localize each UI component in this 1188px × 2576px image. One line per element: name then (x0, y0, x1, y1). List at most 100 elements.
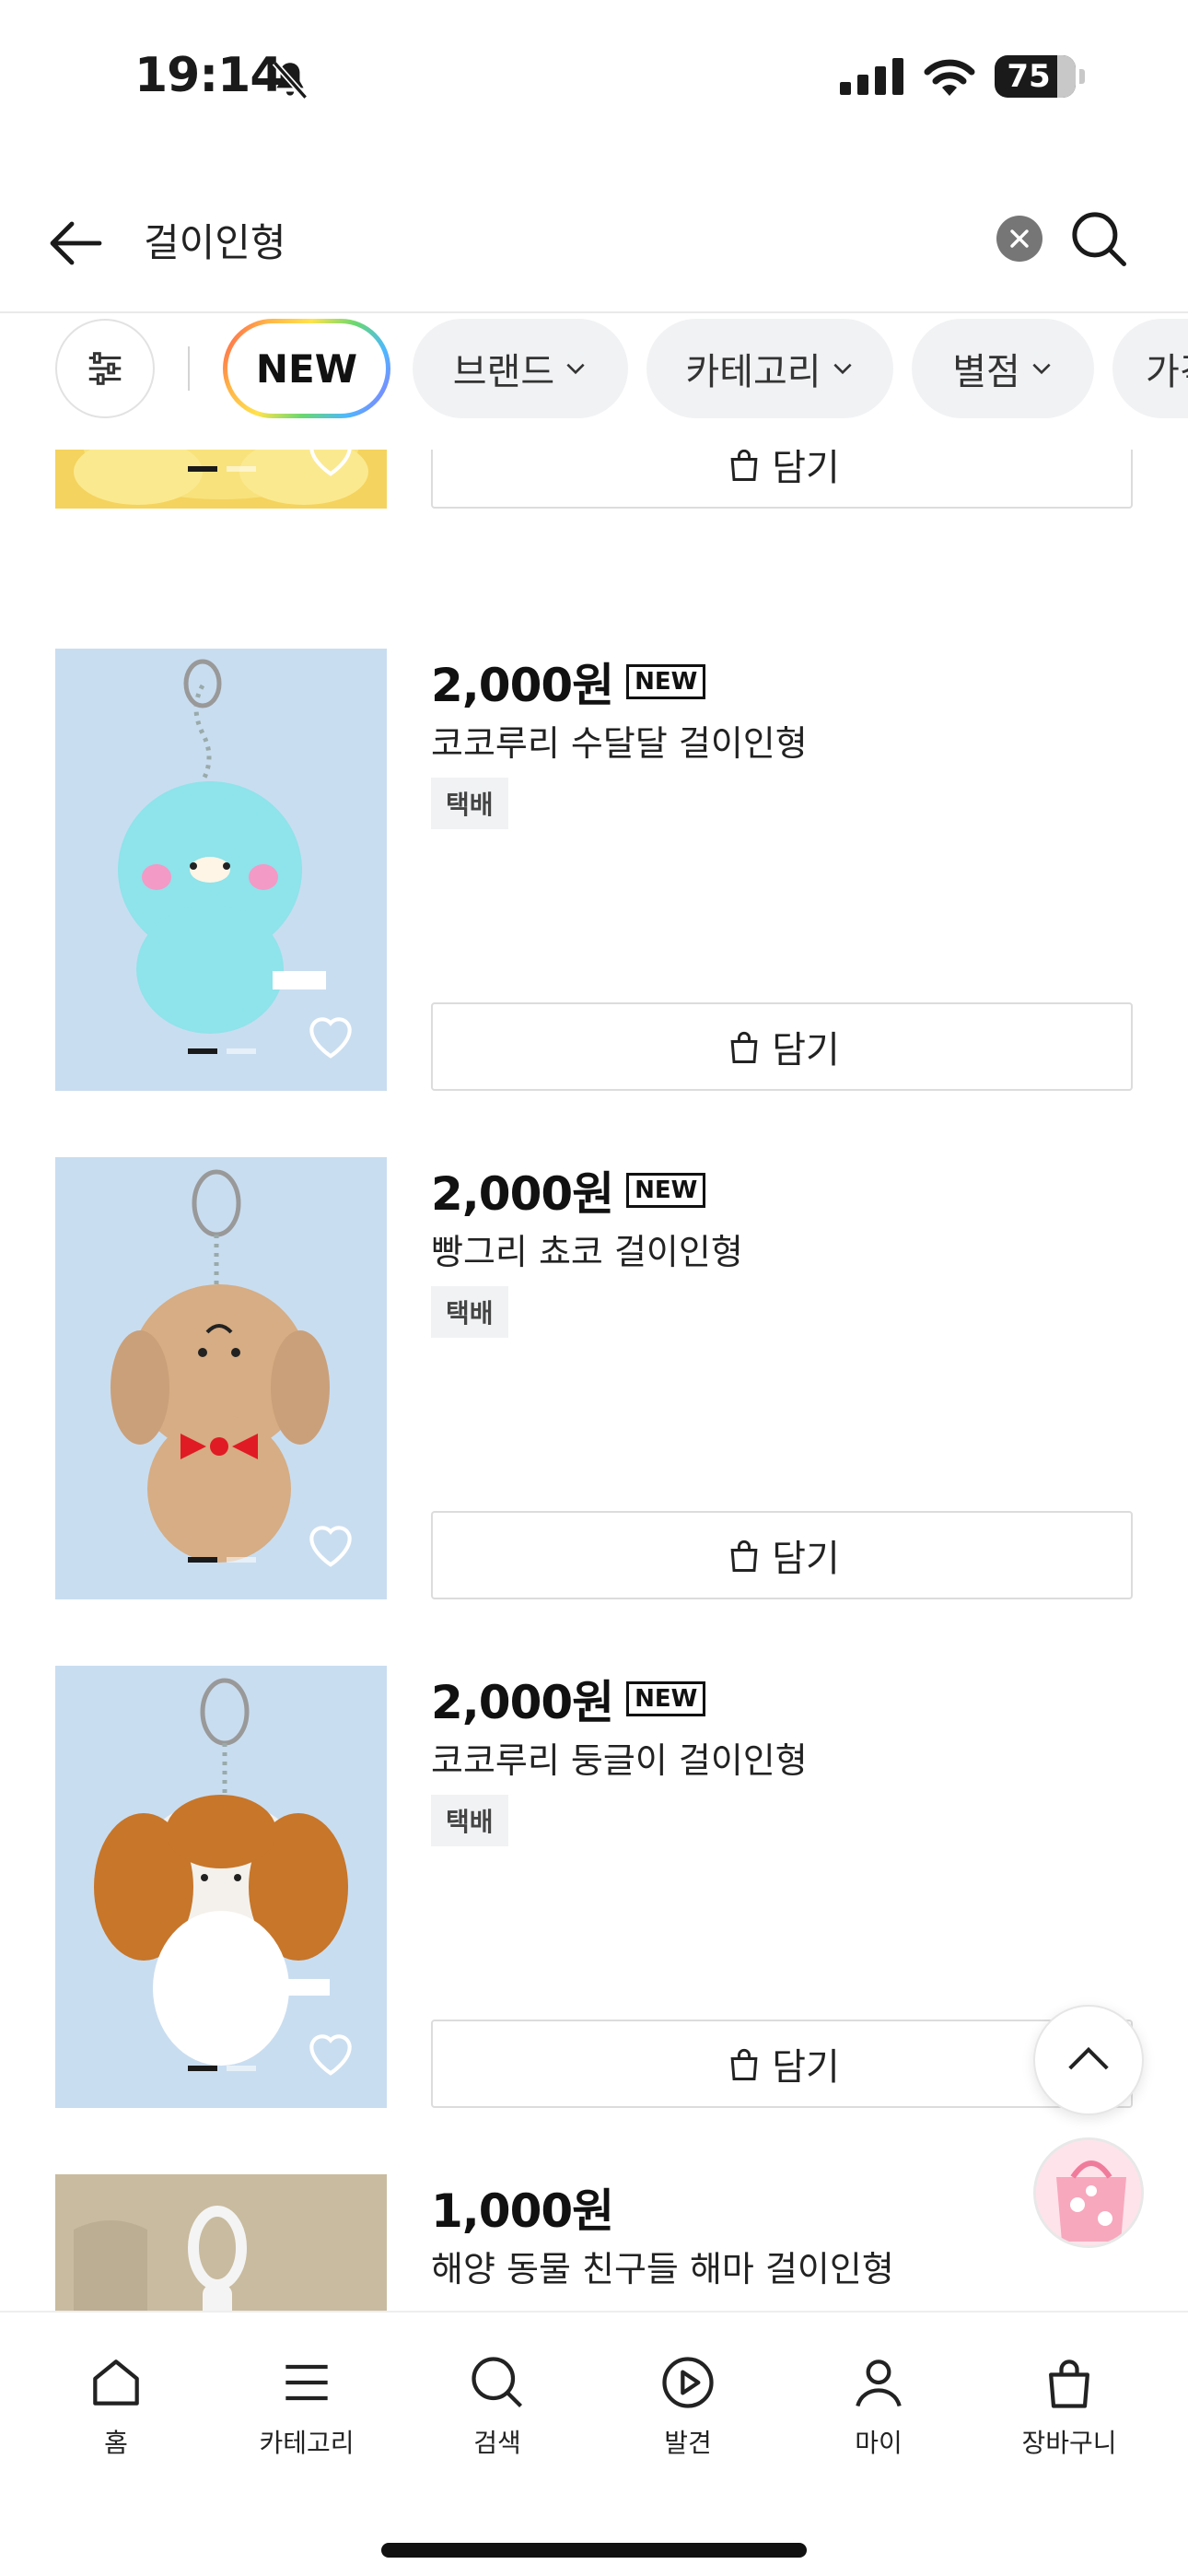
price-line: 1,000원 (431, 2174, 614, 2241)
add-to-cart-label: 담기 (772, 1538, 840, 1580)
shipping-tag: 택배 (431, 1795, 508, 1846)
chip-price[interactable]: 가격 (1112, 319, 1188, 418)
heart-icon[interactable] (302, 450, 359, 481)
product-image[interactable] (55, 1157, 387, 1599)
heart-icon[interactable] (302, 1515, 359, 1572)
chip-label: 가격 (1146, 351, 1188, 393)
new-badge: NEW (626, 664, 706, 699)
product-image[interactable] (55, 2174, 387, 2311)
battery-indicator: 75 (995, 55, 1076, 98)
nav-cart[interactable]: 장바구니 (986, 2351, 1152, 2460)
clear-search-button[interactable] (996, 216, 1042, 262)
chip-brand[interactable]: 브랜드 (413, 319, 628, 418)
nav-category[interactable]: 카테고리 (224, 2351, 390, 2460)
nav-my[interactable]: 마이 (796, 2351, 961, 2460)
filter-divider (188, 346, 190, 391)
chip-rating[interactable]: 별점 (912, 319, 1094, 418)
product-name[interactable]: 빵그리 쵸코 걸이인형 (431, 1224, 743, 1274)
product-card: 담기 (0, 450, 1188, 509)
new-badge: NEW (626, 1173, 706, 1208)
chip-category[interactable]: 카테고리 (646, 319, 893, 418)
bottom-nav: 홈 카테고리 검색 발견 마이 장바구니 (0, 2311, 1188, 2576)
nav-discover[interactable]: 발견 (605, 2351, 771, 2460)
search-header: 걸이인형 (0, 184, 1188, 313)
search-icon (472, 2357, 523, 2408)
product-price: 2,000원 (431, 659, 614, 712)
bell-off-icon (272, 61, 309, 100)
bag-icon (730, 450, 758, 481)
price-line: 2,000원 NEW (431, 1666, 706, 1732)
chevron-down-icon (833, 363, 852, 375)
product-image[interactable] (55, 1666, 387, 2108)
scroll-to-top-button[interactable] (1033, 2005, 1144, 2115)
product-name[interactable]: 코코루리 수달달 걸이인형 (431, 715, 808, 766)
chevron-down-icon (1032, 363, 1051, 375)
battery-cap (1079, 69, 1085, 84)
nav-label: 검색 (473, 2428, 521, 2458)
product-card: 2,000원 NEW 빵그리 쵸코 걸이인형 택배 담기 (0, 1157, 1188, 1599)
nav-home[interactable]: 홈 (33, 2351, 199, 2460)
chip-label: 브랜드 (452, 351, 555, 393)
product-name[interactable]: 해양 동물 친구들 해마 걸이인형 (431, 2241, 894, 2291)
product-card: 1,000원 해양 동물 친구들 해마 걸이인형 (0, 2174, 1188, 2311)
image-pagination (188, 1048, 256, 1054)
nav-search[interactable]: 검색 (414, 2351, 580, 2460)
add-to-cart-button[interactable]: 담기 (431, 450, 1133, 509)
cellular-signal-icon (840, 58, 903, 95)
chip-label: NEW (255, 345, 358, 392)
filter-settings-button[interactable] (55, 319, 155, 418)
shipping-tag: 택배 (431, 1286, 508, 1338)
add-to-cart-button[interactable]: 담기 (431, 1002, 1133, 1091)
status-time: 19:14 (134, 48, 284, 103)
nav-label: 카테고리 (259, 2428, 355, 2458)
status-bar: 19:14 75 (0, 0, 1188, 157)
sliders-icon (88, 352, 122, 385)
search-input[interactable]: 걸이인형 (144, 212, 286, 268)
product-price: 2,000원 (431, 1676, 614, 1729)
image-pagination (188, 1557, 256, 1563)
back-arrow-icon[interactable] (44, 210, 111, 276)
close-icon (1010, 229, 1029, 248)
play-icon (662, 2357, 714, 2408)
nav-label: 장바구니 (1021, 2428, 1117, 2458)
bag-icon (730, 1540, 758, 1572)
product-image[interactable] (55, 649, 387, 1091)
image-pagination (188, 2066, 256, 2071)
chevron-down-icon (566, 363, 585, 375)
bag-icon (730, 1031, 758, 1063)
new-badge: NEW (626, 1681, 706, 1716)
product-list: 담기 2,000원 NEW 코코루리 수달달 걸이인형 택배 담기 2,000원… (0, 450, 1188, 2311)
product-price: 2,000원 (431, 1167, 614, 1221)
bag-icon (730, 2048, 758, 2080)
product-card: 2,000원 NEW 코코루리 수달달 걸이인형 택배 담기 (0, 649, 1188, 1091)
add-to-cart-label: 담기 (772, 450, 840, 489)
chip-label: 카테고리 (685, 351, 821, 393)
price-line: 2,000원 NEW (431, 649, 706, 715)
floating-product-thumbnail[interactable] (1033, 2137, 1144, 2248)
nav-label: 마이 (855, 2428, 903, 2458)
image-pagination (188, 466, 256, 472)
bag-icon (1049, 2359, 1089, 2408)
product-photo (55, 2174, 387, 2311)
shipping-tag: 택배 (431, 778, 508, 829)
chip-label: 별점 (952, 351, 1020, 393)
chip-new[interactable]: NEW (223, 319, 390, 418)
price-line: 2,000원 NEW (431, 1157, 706, 1224)
add-to-cart-button[interactable]: 담기 (431, 2020, 1133, 2108)
home-indicator[interactable] (381, 2543, 807, 2558)
heart-icon[interactable] (302, 1006, 359, 1063)
chevron-up-icon (1068, 2046, 1109, 2070)
search-icon[interactable] (1068, 208, 1129, 269)
heart-icon[interactable] (302, 2023, 359, 2080)
product-image[interactable] (55, 450, 387, 509)
filter-bar: NEW 브랜드 카테고리 별점 가격 (0, 315, 1188, 424)
product-name[interactable]: 코코루리 둥글이 걸이인형 (431, 1732, 808, 1783)
add-to-cart-label: 담기 (772, 1029, 840, 1071)
product-price: 1,000원 (431, 2184, 614, 2238)
add-to-cart-label: 담기 (772, 2046, 840, 2089)
wifi-icon (924, 59, 975, 96)
home-icon (93, 2359, 139, 2406)
nav-label: 홈 (104, 2428, 128, 2458)
add-to-cart-button[interactable]: 담기 (431, 1511, 1133, 1599)
person-icon (856, 2359, 902, 2407)
